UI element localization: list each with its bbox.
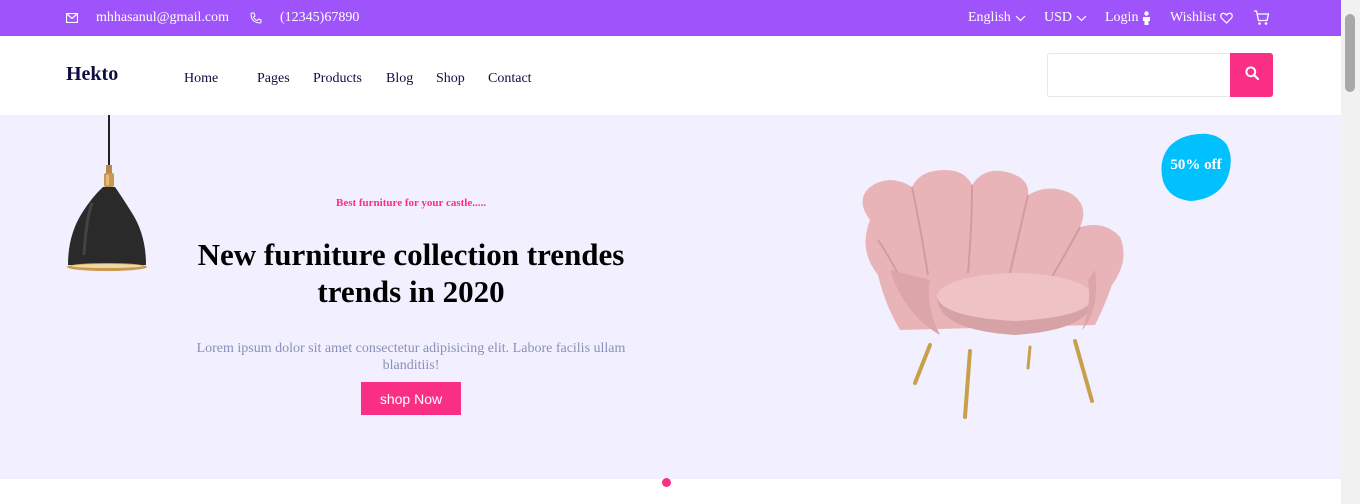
nav-home[interactable]: Home [184,71,218,87]
nav-blog[interactable]: Blog [386,71,413,87]
login-link[interactable]: Login [1105,0,1151,36]
mail-icon [66,13,78,23]
search-icon [1244,65,1259,85]
hero-banner: Best furniture for your castle..... New … [0,115,1341,479]
nav-products[interactable]: Products [313,71,362,87]
hero-tagline: Best furniture for your castle..... [335,197,486,209]
cart-icon [1253,10,1270,26]
phone-icon [250,12,262,24]
phone-text: (12345)67890 [280,10,360,25]
cart-button[interactable] [1253,0,1270,36]
language-label: English [968,10,1011,25]
hero-headline: New furniture collection trendes trends … [170,236,652,310]
search-input[interactable] [1048,54,1230,96]
currency-label: USD [1044,10,1073,25]
scrollbar-thumb[interactable] [1345,14,1355,92]
currency-select[interactable]: USD [1044,0,1087,36]
top-bar: mhhasanul@gmail.com (12345)67890 English… [0,0,1341,36]
pink-chair-image [862,170,1124,419]
discount-badge: 50% off [1170,157,1222,173]
nav-pages[interactable]: Pages [257,71,290,87]
wishlist-label: Wishlist [1170,10,1217,25]
email-text: mhhasanul@gmail.com [96,10,230,25]
main-navbar: Hekto Home Pages Products Blog Shop Cont… [0,36,1341,115]
language-select[interactable]: English [968,0,1026,36]
carousel-indicator[interactable] [662,478,671,487]
hero-headline-line2: trends in 2020 [317,274,505,309]
login-label: Login [1105,10,1139,25]
shop-now-button[interactable]: shop Now [361,382,461,415]
email-contact[interactable]: mhhasanul@gmail.com [66,0,229,36]
chevron-down-icon [1015,15,1026,22]
chevron-down-icon [1076,15,1087,22]
wishlist-link[interactable]: Wishlist [1170,0,1233,36]
pendant-lamp-image [67,115,147,271]
nav-shop[interactable]: Shop [436,71,465,87]
search-box [1047,53,1273,97]
search-button[interactable] [1230,53,1273,97]
logo[interactable]: Hekto [66,63,118,86]
user-icon [1142,11,1151,25]
hero-headline-line1: New furniture collection trendes [197,237,625,272]
heart-icon [1220,12,1233,24]
hero-description: Lorem ipsum dolor sit amet consectetur a… [196,341,626,373]
nav-contact[interactable]: Contact [488,71,532,87]
phone-contact[interactable]: (12345)67890 [250,0,359,36]
